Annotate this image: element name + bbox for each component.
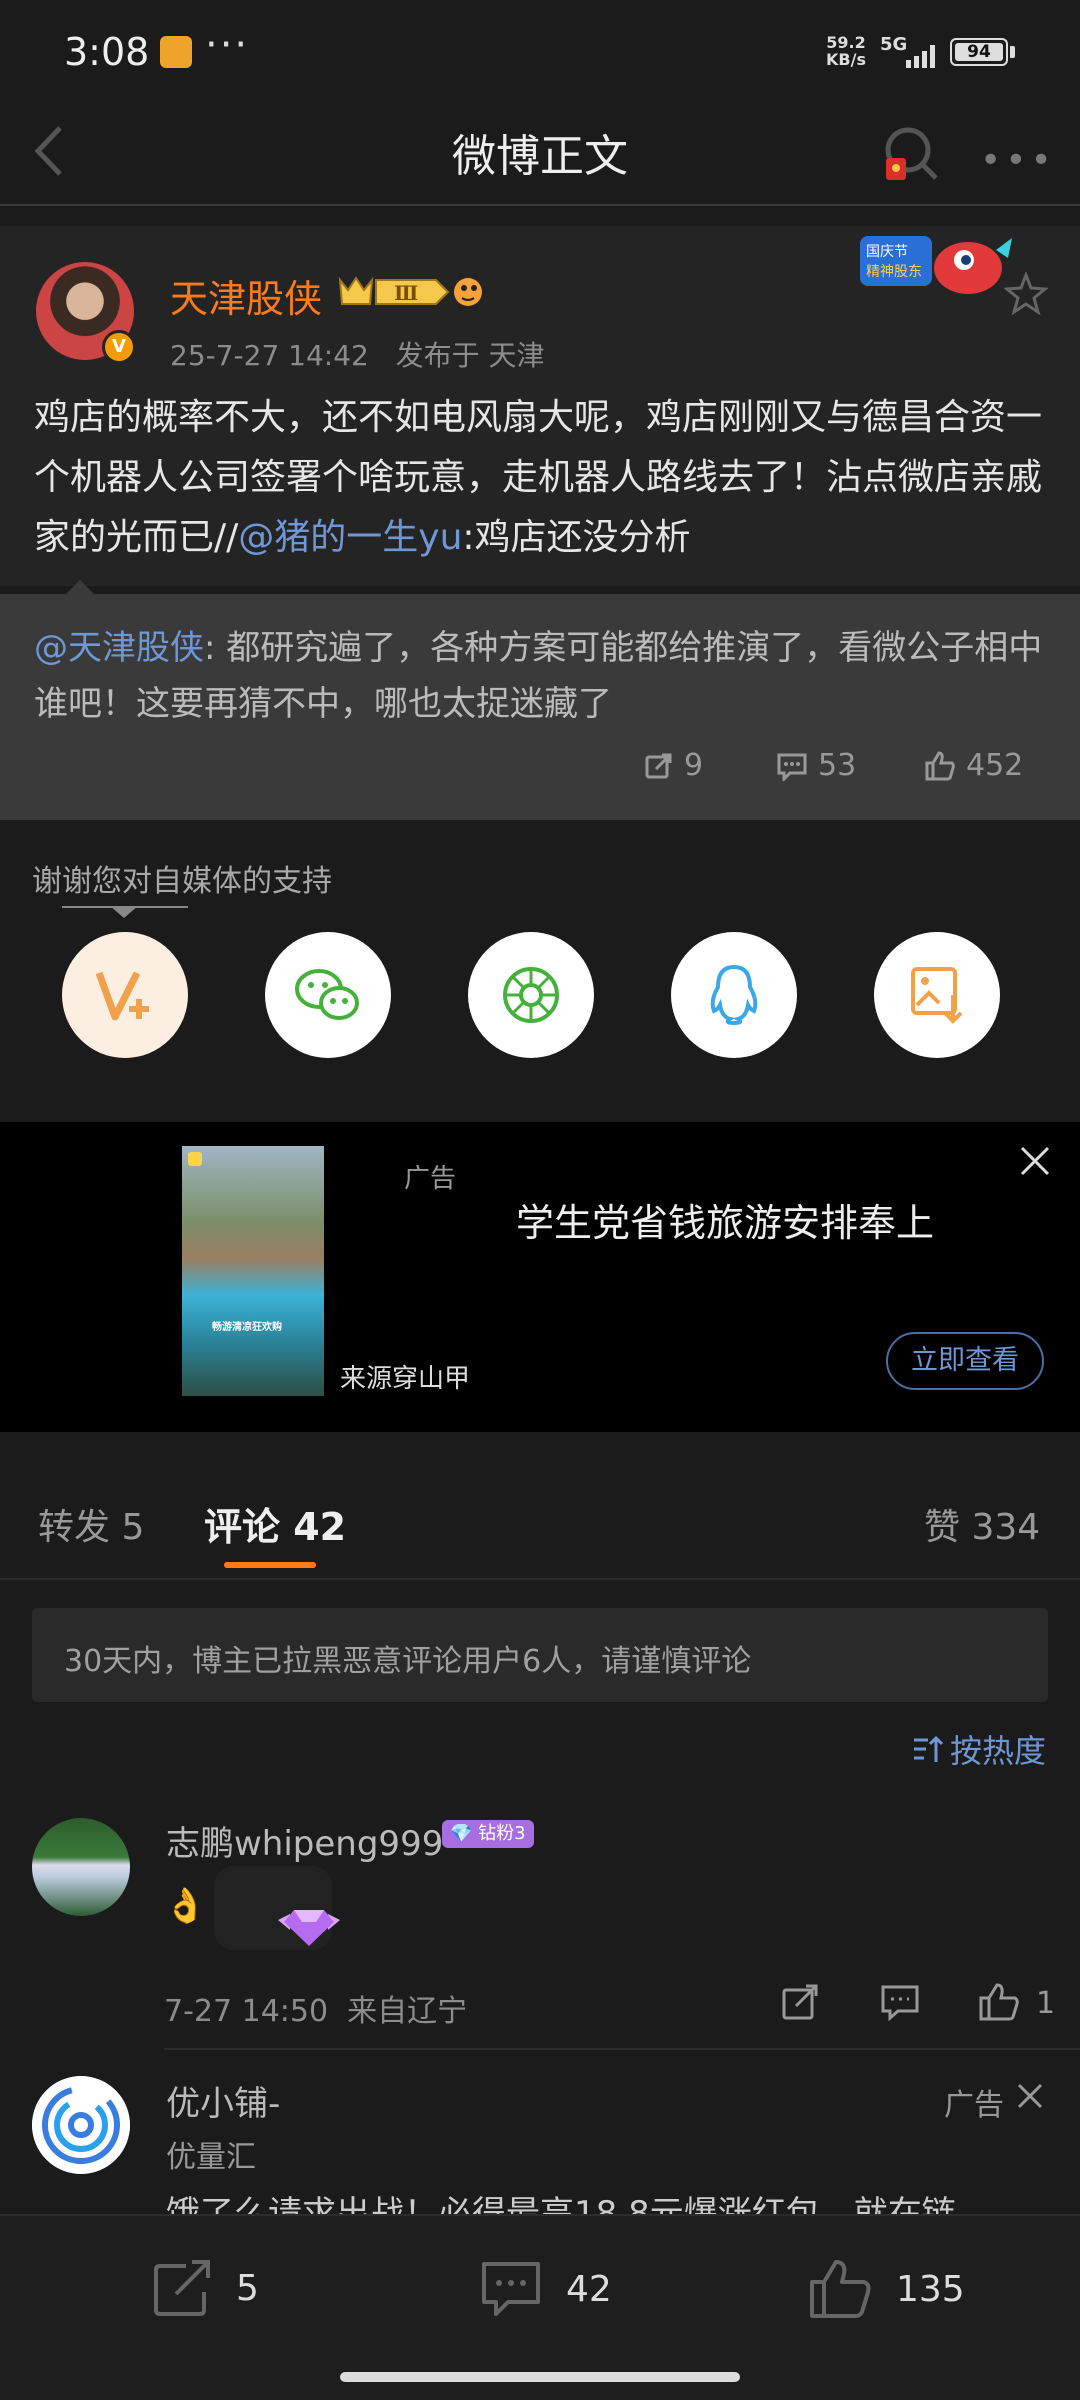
comment-location: 来自辽宁	[347, 1994, 468, 2029]
ad-title[interactable]: 学生党省钱旅游安排奉上	[516, 1192, 934, 1247]
thumbs-up-icon	[810, 2260, 871, 2318]
post-meta: 25-7-27 14:42 发布于 天津	[170, 334, 544, 374]
bottom-like-count: 135	[896, 2268, 965, 2310]
sort-toggle[interactable]: 按热度	[912, 1726, 1046, 1772]
commenter-name[interactable]: 志鹏whipeng999	[166, 1816, 443, 1865]
tab-bar	[0, 1464, 1080, 1580]
thumbs-up-icon	[925, 750, 955, 780]
notification-app-icon	[160, 36, 192, 68]
support-caret-icon	[110, 906, 138, 918]
ad-comment-text[interactable]: 饿了么请求出战！必得最高18.8元爆涨红包，就在链	[166, 2186, 1046, 2214]
bottom-comment-button[interactable]: 42	[478, 2258, 612, 2320]
mention-link[interactable]: @猪的一生yu	[238, 517, 462, 558]
sort-label: 按热度	[950, 1732, 1047, 1770]
quoted-repost-number: 9	[684, 748, 704, 783]
bottom-comment-count: 42	[566, 2268, 612, 2310]
post-time: 25-7-27 14:42	[170, 339, 369, 372]
battery-icon: 94	[950, 38, 1008, 66]
save-image-button[interactable]	[874, 932, 1000, 1058]
ad-commenter-name[interactable]: 优小铺-	[166, 2076, 280, 2125]
post-location: 发布于 天津	[395, 339, 545, 372]
tab-reposts[interactable]: 转发 5	[38, 1498, 144, 1550]
battery-level: 94	[955, 43, 1003, 61]
fan-badge: 💎 钻粉3	[442, 1820, 534, 1848]
vip-badge-icon: Ⅲ	[338, 276, 482, 306]
quoted-like-count[interactable]: 452	[924, 748, 1023, 783]
quoted-comment-count[interactable]: 53	[776, 748, 856, 783]
quoted-repost-count[interactable]: 9	[644, 748, 703, 783]
comment-time: 7-27 14:50	[164, 1994, 329, 2029]
comment-like-icon[interactable]	[978, 1982, 1020, 2022]
more-notifications-icon: ···	[205, 22, 250, 68]
svg-text:国庆节: 国庆节	[866, 244, 908, 260]
fan-badge-text: 钻粉3	[478, 1823, 526, 1844]
comment-reply-icon[interactable]	[880, 1982, 920, 2022]
moments-icon	[503, 967, 559, 1023]
sort-icon	[914, 1735, 944, 1762]
close-icon[interactable]	[1018, 1144, 1052, 1178]
repost-icon	[645, 753, 672, 778]
festival-badge-icon[interactable]: 国庆节 精神股东	[856, 228, 1016, 304]
save-image-icon	[911, 967, 963, 1024]
comment-divider	[164, 2048, 1080, 2050]
vplus-icon	[95, 971, 149, 1021]
wechat-icon	[295, 969, 359, 1020]
quoted-author-link[interactable]: @天津股侠	[34, 628, 204, 668]
author-name[interactable]: 天津股侠	[170, 268, 322, 323]
wechat-share-button[interactable]	[265, 932, 391, 1058]
net-speed: 59.2 KB/s	[826, 34, 866, 68]
ad-image[interactable]: 畅游清凉狂欢购	[182, 1146, 324, 1396]
vip-level-text: Ⅲ	[394, 281, 418, 305]
ad-label: 广告	[404, 1164, 457, 1194]
battery-tip	[1010, 46, 1015, 58]
ad-app-logo	[188, 1152, 202, 1166]
active-tab-indicator	[224, 1562, 316, 1568]
diamond-sticker-icon	[278, 1910, 340, 1946]
comment-icon	[777, 753, 807, 781]
repost-icon	[154, 2260, 210, 2316]
favorite-star-icon[interactable]	[1004, 272, 1048, 316]
bottom-repost-button[interactable]: 5	[150, 2258, 259, 2318]
support-title: 谢谢您对自媒体的支持	[32, 864, 332, 899]
qq-icon	[710, 964, 758, 1026]
net-speed-unit: KB/s	[826, 50, 866, 69]
svg-text:精神股东: 精神股东	[866, 264, 922, 280]
quoted-comment-number: 53	[818, 748, 857, 783]
ad-image-caption: 畅游清凉狂欢购	[212, 1322, 282, 1333]
ad-cta-button[interactable]: 立即查看	[886, 1332, 1044, 1390]
comment-icon	[482, 2262, 540, 2316]
qq-share-button[interactable]	[671, 932, 797, 1058]
ad-source: 来源穿山甲	[340, 1364, 471, 1394]
post-content-tail: :鸡店还没分析	[462, 517, 691, 558]
more-options-icon[interactable]: •••	[980, 140, 1056, 181]
vplus-button[interactable]	[62, 932, 188, 1058]
bottom-like-button[interactable]: 135	[808, 2258, 965, 2320]
commenter-avatar[interactable]	[32, 1818, 130, 1916]
comment-like-count: 1	[1036, 1986, 1056, 2021]
quoted-like-number: 452	[966, 748, 1024, 783]
quoted-post-text: @天津股侠: 都研究遍了，各种方案可能都给推演了，看微公子相中谁吧！这要再猜不中…	[34, 620, 1044, 732]
post-content: 鸡店的概率不大，还不如电风扇大呢，鸡店刚刚又与德昌合资一个机器人公司签署个啥玩意…	[34, 388, 1054, 568]
ad-commenter-source: 优量汇	[166, 2140, 256, 2175]
tab-comments[interactable]: 评论 42	[204, 1496, 346, 1551]
moments-share-button[interactable]	[468, 932, 594, 1058]
ad-comment-close-icon[interactable]	[1016, 2082, 1044, 2110]
verified-badge-icon: V	[102, 330, 136, 364]
comment-emoji: 👌	[164, 1886, 207, 1926]
home-indicator[interactable]	[340, 2372, 740, 2382]
comment-meta: 7-27 14:50 来自辽宁	[164, 1986, 467, 2030]
comment-notice-text: 30天内，博主已拉黑恶意评论用户6人，请谨慎评论	[64, 1644, 752, 1679]
search-icon[interactable]	[876, 120, 944, 188]
ad-commenter-avatar[interactable]	[32, 2076, 130, 2174]
ad-comment-label: 广告	[944, 2088, 1004, 2123]
signal-icon	[906, 45, 935, 68]
bottom-repost-count: 5	[236, 2267, 259, 2309]
comment-share-icon[interactable]	[780, 1982, 820, 2022]
status-time: 3:08	[64, 30, 150, 74]
tab-likes[interactable]: 赞 334	[924, 1498, 1040, 1550]
net-speed-value: 59.2	[826, 33, 866, 52]
